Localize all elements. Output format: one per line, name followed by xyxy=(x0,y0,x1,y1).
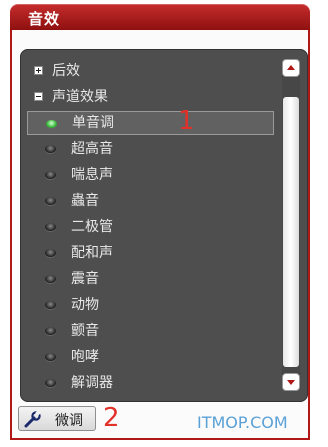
effects-panel: 后效 声道效果 单音调 超高音 喘息声 蟲音 二极管 配和声 震音 动物 颤音 … xyxy=(20,49,308,402)
effects-tree: 后效 声道效果 单音调 超高音 喘息声 蟲音 二极管 配和声 震音 动物 颤音 … xyxy=(20,49,282,402)
scroll-down-button[interactable] xyxy=(282,373,300,391)
vertical-scrollbar[interactable] xyxy=(282,59,300,391)
arrow-up-icon xyxy=(287,65,295,70)
radio-off-icon[interactable] xyxy=(45,379,56,387)
tree-item-mono[interactable]: 单音调 xyxy=(27,111,274,135)
radio-off-icon[interactable] xyxy=(45,145,56,153)
expand-plus-icon[interactable] xyxy=(34,66,43,75)
scroll-thumb[interactable] xyxy=(283,97,299,367)
tree-group-label: 声道效果 xyxy=(52,89,108,105)
radio-off-icon[interactable] xyxy=(45,353,56,361)
tree-item-label: 喘息声 xyxy=(71,167,113,183)
annotation-marker-2: 2 xyxy=(103,403,120,433)
tree-item-label: 配和声 xyxy=(71,245,113,261)
scroll-up-button[interactable] xyxy=(282,59,300,77)
radio-off-icon[interactable] xyxy=(45,171,56,179)
radio-on-icon[interactable] xyxy=(46,120,57,128)
scroll-track[interactable] xyxy=(282,77,300,373)
tree-item-label: 蟲音 xyxy=(71,193,99,209)
wrench-icon xyxy=(24,410,41,428)
tree-item-label: 咆哮 xyxy=(71,349,99,365)
radio-off-icon[interactable] xyxy=(45,249,56,257)
tree-item-label: 超高音 xyxy=(71,141,113,157)
tree-item-label: 二极管 xyxy=(71,219,113,235)
radio-off-icon[interactable] xyxy=(45,197,56,205)
tree-item-label: 动物 xyxy=(71,297,99,313)
radio-off-icon[interactable] xyxy=(45,223,56,231)
arrow-down-icon xyxy=(287,380,295,385)
annotation-marker-1: 1 xyxy=(178,106,195,136)
collapse-minus-icon[interactable] xyxy=(34,92,43,101)
radio-off-icon[interactable] xyxy=(45,327,56,335)
tree-item-label: 颤音 xyxy=(71,323,99,339)
watermark: ITMOP.COM xyxy=(197,413,288,432)
tree-group-label: 后效 xyxy=(52,63,80,79)
radio-off-icon[interactable] xyxy=(45,301,56,309)
tree-item-label: 单音调 xyxy=(72,115,114,131)
fine-tune-label: 微调 xyxy=(55,413,83,429)
tree-item-label: 解调器 xyxy=(71,375,113,391)
tree-item-label: 震音 xyxy=(71,271,99,287)
window-title: 音效 xyxy=(28,10,61,28)
fine-tune-button[interactable]: 微调 xyxy=(18,406,96,431)
radio-off-icon[interactable] xyxy=(45,275,56,283)
title-bar: 音效 xyxy=(10,4,310,30)
